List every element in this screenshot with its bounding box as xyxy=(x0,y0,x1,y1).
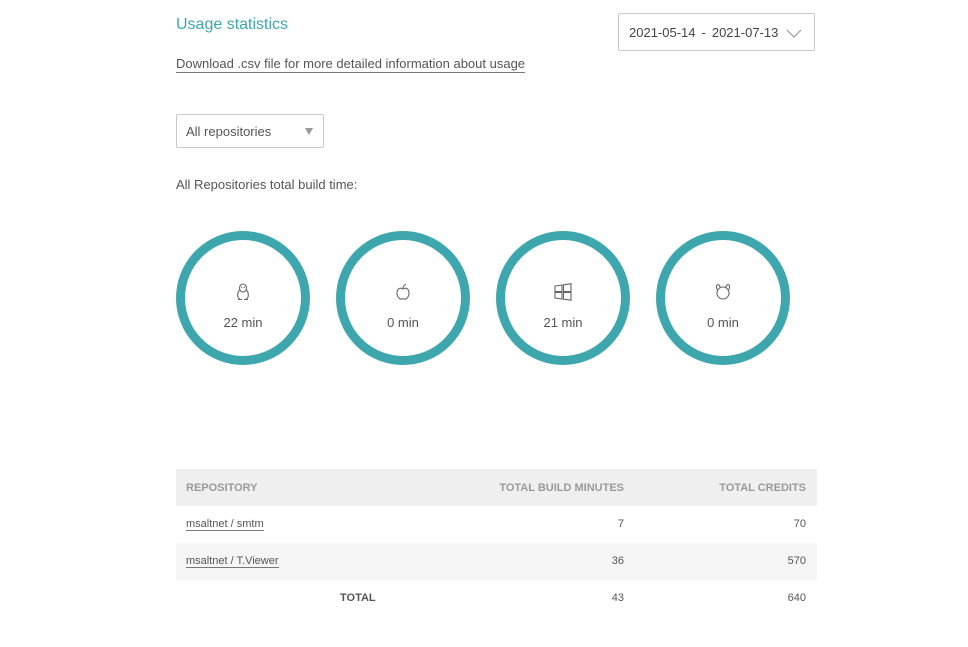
total-label: TOTAL xyxy=(340,592,376,604)
build-time-label: All Repositories total build time: xyxy=(176,177,358,192)
build-minutes-macos: 0 min xyxy=(387,315,419,330)
credits-cell: 570 xyxy=(787,555,806,567)
table-total-row: TOTAL 43 640 xyxy=(176,580,817,617)
date-separator: - xyxy=(701,24,706,40)
column-header-credits: TOTAL CREDITS xyxy=(719,482,806,494)
repository-select-value: All repositories xyxy=(186,123,272,139)
repository-select[interactable]: All repositories xyxy=(176,114,324,148)
table-header-row: REPOSITORY TOTAL BUILD MINUTES TOTAL CRE… xyxy=(176,469,817,506)
page-title: Usage statistics xyxy=(176,16,289,33)
date-range-picker[interactable]: 2021-05-14 - 2021-07-13 xyxy=(618,13,815,51)
caret-down-icon xyxy=(305,128,313,135)
credits-cell: 70 xyxy=(793,518,806,530)
build-minutes-cell: 36 xyxy=(611,555,624,567)
build-time-freebsd: 0 min xyxy=(656,231,790,365)
table-row: msaltnet / smtm 7 70 xyxy=(176,506,817,543)
column-header-build-minutes: TOTAL BUILD MINUTES xyxy=(499,482,624,494)
build-time-linux: 22 min xyxy=(176,231,310,365)
build-minutes-linux: 22 min xyxy=(223,315,263,330)
build-time-windows: 21 min xyxy=(496,231,630,365)
windows-icon xyxy=(554,283,572,301)
repository-link[interactable]: msaltnet / smtm xyxy=(186,518,264,531)
total-build-minutes: 43 xyxy=(611,592,624,604)
column-header-repository: REPOSITORY xyxy=(186,482,258,494)
freebsd-icon xyxy=(715,283,731,300)
build-time-macos: 0 min xyxy=(336,231,470,365)
usage-table: REPOSITORY TOTAL BUILD MINUTES TOTAL CRE… xyxy=(176,469,817,617)
table-row: msaltnet / T.Viewer 36 570 xyxy=(176,543,817,580)
linux-icon xyxy=(237,283,249,301)
repository-link[interactable]: msaltnet / T.Viewer xyxy=(186,555,279,568)
download-csv-link[interactable]: Download .csv file for more detailed inf… xyxy=(176,56,526,73)
build-minutes-cell: 7 xyxy=(617,518,624,530)
build-minutes-freebsd: 0 min xyxy=(707,315,739,330)
build-minutes-windows: 21 min xyxy=(543,315,583,330)
date-start: 2021-05-14 xyxy=(629,24,696,40)
apple-icon xyxy=(396,283,410,300)
date-end: 2021-07-13 xyxy=(711,24,779,40)
chevron-down-icon xyxy=(786,29,802,38)
total-credits: 640 xyxy=(787,592,806,604)
